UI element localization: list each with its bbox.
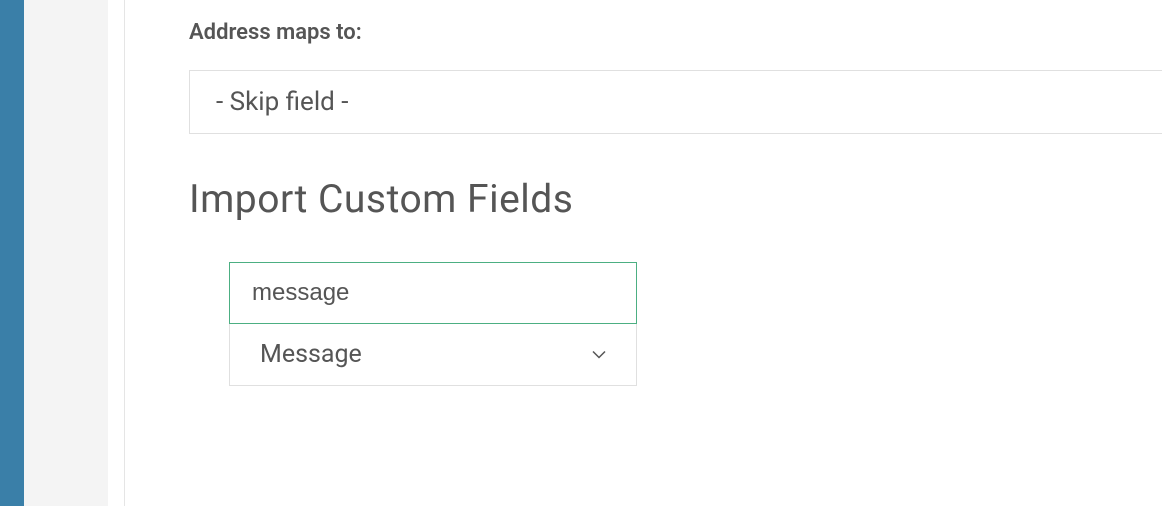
chevron-down-icon [592, 348, 606, 362]
address-maps-label: Address maps to: [189, 20, 1162, 45]
main-content: Address maps to: - Skip field - Import C… [125, 0, 1162, 506]
custom-field-group: Message [229, 262, 637, 386]
custom-field-name-input[interactable] [229, 262, 637, 324]
address-maps-select[interactable]: - Skip field - [189, 70, 1162, 134]
sidebar-gray-strip [24, 0, 108, 506]
address-maps-selected-value: - Skip field - [216, 87, 348, 117]
custom-field-type-select[interactable]: Message [229, 324, 637, 386]
import-custom-fields-heading: Import Custom Fields [189, 176, 1162, 222]
sidebar-accent-strip [0, 0, 24, 506]
custom-field-type-selected-value: Message [260, 340, 362, 369]
